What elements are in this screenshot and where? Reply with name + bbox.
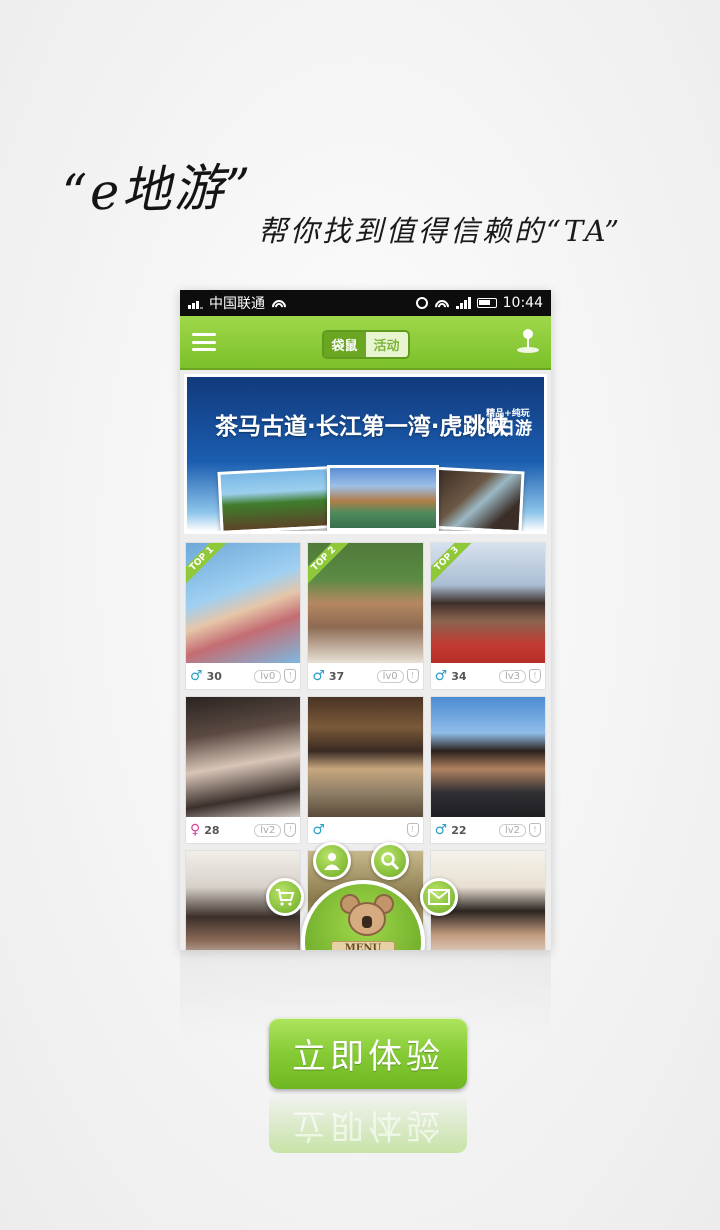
tab-activity[interactable]: 活动 xyxy=(365,332,408,357)
status-bar: 中国联通 10:44 xyxy=(180,290,551,316)
location-pin-icon[interactable] xyxy=(517,329,539,355)
wifi-icon xyxy=(271,297,287,309)
male-icon: ♂ xyxy=(312,822,325,838)
battery-icon xyxy=(476,298,497,308)
user-photo xyxy=(308,697,423,817)
alarm-icon xyxy=(415,297,428,309)
banner-title: 茶马古道·长江第一湾·虎跳峡 xyxy=(215,414,509,440)
user-age: 30 xyxy=(206,669,222,683)
user-age: 22 xyxy=(451,823,467,837)
shield-icon: ! xyxy=(406,669,419,683)
signal-icon xyxy=(188,297,203,309)
cta-reflection: 立即体验 xyxy=(269,1093,467,1153)
user-card[interactable]: TOP 2 ♂ 37 lv0! xyxy=(307,542,424,690)
shopping-cart-icon xyxy=(276,889,295,906)
signal-icon xyxy=(455,297,471,309)
shield-icon: ! xyxy=(284,823,297,837)
user-card[interactable]: ♂ 22 lv2! xyxy=(429,696,546,844)
user-card[interactable]: ♂ ! xyxy=(307,696,424,844)
shop-button[interactable] xyxy=(266,878,304,916)
user-level: lv2 xyxy=(498,823,526,837)
shield-icon: ! xyxy=(529,823,541,837)
female-icon: ♀ xyxy=(190,822,201,838)
banner-tag: 精品+纯玩 7日游 xyxy=(486,409,532,438)
user-level: lv3 xyxy=(498,669,526,683)
search-icon xyxy=(381,852,400,871)
envelope-icon xyxy=(428,889,450,905)
phone-screenshot: 中国联通 10:44 袋鼠 活动 茶马古道·长江第一湾·虎跳峡 精品+纯玩 7日… xyxy=(180,290,551,950)
user-card[interactable]: TOP 3 ♂ 34 lv3! xyxy=(429,542,546,690)
app-bar: 袋鼠 活动 xyxy=(180,316,551,370)
user-photo: TOP 2 xyxy=(308,543,423,663)
banner-tag-small: 精品+纯玩 xyxy=(486,409,530,419)
male-icon: ♂ xyxy=(312,668,325,684)
profile-button[interactable] xyxy=(313,842,351,880)
user-age: 37 xyxy=(328,669,345,683)
search-button[interactable] xyxy=(371,842,409,880)
headline-subtitle: 帮你找到值得信赖的“TA” xyxy=(258,214,623,248)
user-card[interactable]: ♀ 28 lv2! xyxy=(185,696,302,844)
shield-icon: ! xyxy=(406,823,419,837)
user-photo xyxy=(430,697,545,817)
top-rank-ribbon: TOP 1 xyxy=(186,543,235,592)
banner-photo-river xyxy=(327,465,439,531)
top-rank-ribbon: TOP 3 xyxy=(430,543,480,592)
promo-banner[interactable]: 茶马古道·长江第一湾·虎跳峡 精品+纯玩 7日游 xyxy=(184,374,547,534)
user-photo xyxy=(186,697,301,817)
segment-control: 袋鼠 活动 xyxy=(321,330,410,359)
user-photo: TOP 1 xyxy=(186,543,301,663)
user-photo: TOP 3 xyxy=(430,543,545,663)
user-age: 28 xyxy=(204,823,220,837)
user-level: lv0 xyxy=(254,669,282,683)
user-level: lv0 xyxy=(376,669,404,683)
shield-icon: ! xyxy=(529,669,541,683)
koala-mascot-icon xyxy=(340,894,394,938)
banner-photo-gorge xyxy=(429,466,525,531)
user-card[interactable]: TOP 1 ♂ 30 lv0! xyxy=(185,542,302,690)
wifi-icon xyxy=(433,297,450,309)
top-rank-ribbon: TOP 2 xyxy=(308,543,357,592)
tab-kangaroo[interactable]: 袋鼠 xyxy=(323,332,366,357)
menu-label: MENU xyxy=(331,941,395,950)
banner-photo-horses xyxy=(217,466,333,531)
male-icon: ♂ xyxy=(434,668,448,684)
carrier-name: 中国联通 xyxy=(209,296,265,312)
message-button[interactable] xyxy=(420,878,458,916)
shield-icon: ! xyxy=(284,669,297,683)
headline-title: “e地游” xyxy=(61,157,254,223)
hamburger-menu-icon[interactable] xyxy=(192,333,216,351)
status-time: 10:44 xyxy=(502,295,543,311)
user-level: lv2 xyxy=(254,823,282,837)
try-now-button[interactable]: 立即体验 xyxy=(269,1018,467,1089)
banner-tag-big: 7日游 xyxy=(486,419,532,439)
male-icon: ♂ xyxy=(190,668,203,684)
user-age: 34 xyxy=(451,669,467,683)
person-icon xyxy=(324,853,340,870)
male-icon: ♂ xyxy=(434,822,448,838)
